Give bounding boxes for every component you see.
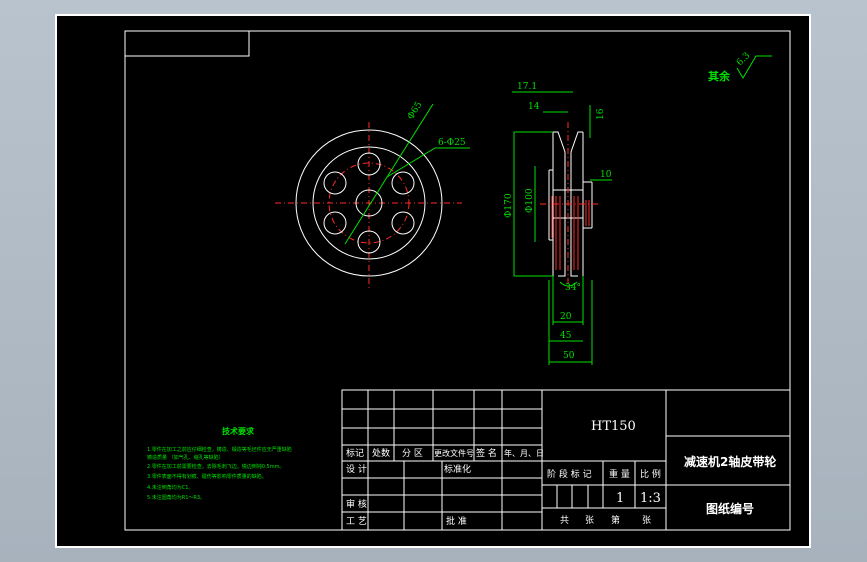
hdr-approve: 批 准 xyxy=(446,515,467,527)
tech-note-2: 2.零件在加工前需要检查，去除毛刺飞边，锐边倒钝0.5mm。 xyxy=(147,463,284,470)
dim-phi65: Φ65 xyxy=(406,100,425,122)
dim-phi170: Φ170 xyxy=(504,193,514,218)
hdr-total-sheets: 共 xyxy=(560,515,569,526)
hdr-sheet-no: 第 xyxy=(611,514,620,526)
dim-phi65-leader xyxy=(344,103,434,245)
drawing-number-label: 图纸编号 xyxy=(706,501,754,516)
dim-50: 50 xyxy=(563,351,575,361)
tech-notes-title: 技术要求 xyxy=(222,426,255,436)
tech-notes: 技术要求 1.零件在加工之前应仔细检查，铸造、锻造等毛坯件应无严重缺陷 铸造质量… xyxy=(147,426,292,501)
hole-5 xyxy=(323,211,347,235)
material: HT150 xyxy=(591,419,636,434)
hdr-mark: 标记 xyxy=(346,447,364,459)
hole-2 xyxy=(391,171,415,195)
hdr-scale: 比 例 xyxy=(640,468,661,480)
hdr-process: 工 艺 xyxy=(346,516,367,527)
tech-note-5: 5.未注圆角均为R1～R3。 xyxy=(147,494,205,501)
roughness-symbol: 其余 6.3 xyxy=(708,51,772,83)
hole-6 xyxy=(323,171,347,195)
hdr-sheet-unit2: 张 xyxy=(642,515,651,526)
front-view: Φ65 6-Φ25 xyxy=(275,100,470,288)
hdr-stage-mark: 阶 段 标 记 xyxy=(547,468,592,480)
dim-14: 14 xyxy=(528,102,540,112)
part-name: 减速机2轴皮带轮 xyxy=(684,454,777,469)
hdr-weight: 重 量 xyxy=(609,468,630,480)
dim-16: 16 xyxy=(596,108,606,120)
tech-note-1b: 铸造质量 （如气孔、缩孔等缺陷） xyxy=(147,454,224,461)
hdr-change-doc: 更改文件号 xyxy=(434,448,474,458)
tech-note-3: 3.零件表面不得有划痕、碰伤等影响零件质量的缺陷。 xyxy=(147,473,267,480)
code-box xyxy=(124,30,250,57)
dim-angle: 34° xyxy=(565,283,581,293)
dim-17-1: 17.1 xyxy=(517,82,537,92)
hdr-count: 处数 xyxy=(372,447,390,459)
hole-3 xyxy=(391,211,415,235)
dim-20: 20 xyxy=(560,312,572,322)
title-block: 标记 处数 分 区 更改文件号 签 名 年、月、日 设 计 标准化 审 核 工 … xyxy=(341,389,791,531)
hdr-date: 年、月、日 xyxy=(504,448,544,458)
dim-holes: 6-Φ25 xyxy=(438,138,466,148)
hdr-review: 审 核 xyxy=(346,498,367,510)
tech-note-4: 4.未注倒角均为C1。 xyxy=(147,484,193,491)
dim-45: 45 xyxy=(560,331,572,341)
dim-10: 10 xyxy=(600,170,612,180)
dim-phi100: Φ100 xyxy=(525,188,535,213)
cad-drawing: Φ65 6-Φ25 17.1 14 16 10 Φ170 Φ100 34° 20… xyxy=(124,30,791,531)
side-view: 17.1 14 16 10 Φ170 Φ100 34° 20 45 50 xyxy=(504,82,612,365)
hdr-zone: 分 区 xyxy=(402,448,423,459)
weight-value: 1 xyxy=(616,491,624,506)
roughness-note: 其余 xyxy=(708,69,731,83)
tech-note-1: 1.零件在加工之前应仔细检查，铸造、锻造等毛坯件应无严重缺陷 xyxy=(147,446,292,453)
hdr-sheet-unit: 张 xyxy=(585,515,594,526)
hdr-signature: 签 名 xyxy=(476,447,497,459)
scale-value: 1:3 xyxy=(640,491,661,506)
hdr-design: 设 计 xyxy=(346,463,367,475)
hdr-standardize: 标准化 xyxy=(444,463,471,475)
